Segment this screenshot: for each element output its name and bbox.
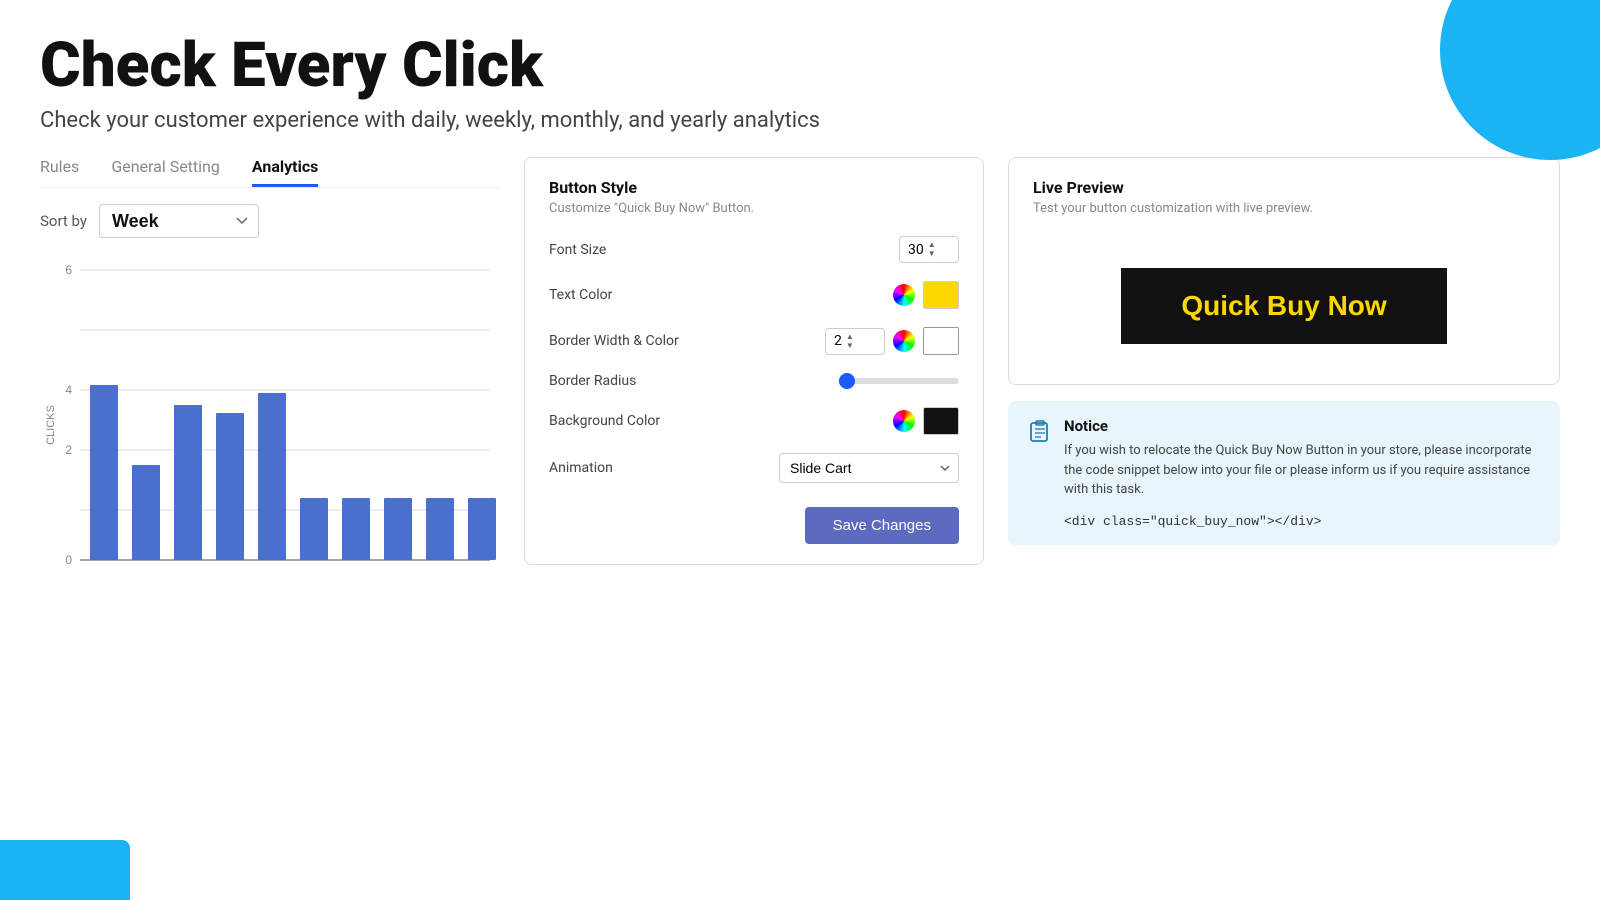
live-preview-box: Live Preview Test your button customizat… (1008, 157, 1560, 385)
sort-row: Sort by Week Day Month Year (40, 204, 500, 238)
text-color-swatch[interactable] (923, 281, 959, 309)
border-radius-label: Border Radius (549, 373, 679, 389)
svg-text:2: 2 (65, 443, 72, 457)
save-changes-button[interactable]: Save Changes (805, 507, 959, 544)
panel-subtitle: Customize "Quick Buy Now" Button. (549, 201, 959, 216)
border-radius-slider-track[interactable] (839, 378, 959, 384)
font-size-label: Font Size (549, 242, 679, 258)
border-width-color-label: Border Width & Color (549, 333, 679, 349)
stepper-down-icon[interactable]: ▼ (928, 250, 936, 258)
tab-rules[interactable]: Rules (40, 157, 79, 187)
font-size-control: 30 ▲ ▼ (899, 236, 959, 263)
panel-title: Button Style (549, 178, 959, 197)
bg-color-swatch[interactable] (923, 407, 959, 435)
border-color-swatch[interactable] (923, 327, 959, 355)
chart-svg: CLICKS 6 4 2 0 (40, 250, 500, 590)
decoration-rect (0, 840, 130, 900)
svg-text:CLICKS: CLICKS (45, 405, 57, 445)
background-color-label: Background Color (549, 413, 679, 429)
border-width-color-control: 2 ▲ ▼ (825, 327, 959, 355)
button-style-panel: Button Style Customize "Quick Buy Now" B… (524, 157, 984, 565)
main-content: Rules General Setting Analytics Sort by … (0, 133, 1600, 853)
tab-analytics[interactable]: Analytics (252, 157, 319, 187)
font-size-stepper[interactable]: ▲ ▼ (928, 241, 936, 258)
text-color-control (893, 281, 959, 309)
bg-color-picker-btn[interactable] (893, 410, 915, 432)
background-color-control (893, 407, 959, 435)
border-radius-control (839, 378, 959, 384)
font-size-value: 30 (908, 242, 924, 258)
tabs: Rules General Setting Analytics (40, 157, 500, 188)
text-color-label: Text Color (549, 287, 679, 303)
svg-text:6: 6 (65, 263, 72, 277)
sort-label: Sort by (40, 212, 87, 230)
live-preview-subtitle: Test your button customization with live… (1033, 201, 1535, 216)
sort-select[interactable]: Week Day Month Year (99, 204, 259, 238)
border-width-stepper[interactable]: ▲ ▼ (846, 333, 854, 350)
preview-quick-buy-button[interactable]: Quick Buy Now (1121, 268, 1446, 344)
clipboard-icon (1028, 419, 1052, 443)
border-radius-slider-thumb[interactable] (839, 373, 855, 389)
preview-button-container: Quick Buy Now (1033, 248, 1535, 364)
notice-title: Notice (1064, 417, 1540, 435)
notice-code: <div class="quick_buy_now"></div> (1064, 514, 1321, 529)
border-width-input[interactable]: 2 ▲ ▼ (825, 328, 885, 355)
page-subtitle: Check your customer experience with dail… (40, 108, 1560, 133)
animation-select[interactable]: Slide Cart Fade In Bounce None (779, 453, 959, 483)
notice-icon (1028, 419, 1052, 529)
border-width-color-row: Border Width & Color 2 ▲ ▼ (549, 327, 959, 355)
right-panel: Live Preview Test your button customizat… (1008, 157, 1560, 853)
svg-text:0: 0 (65, 553, 72, 567)
font-size-row: Font Size 30 ▲ ▼ (549, 236, 959, 263)
header: Check Every Click Check your customer ex… (0, 0, 1600, 133)
background-color-row: Background Color (549, 407, 959, 435)
animation-label: Animation (549, 460, 679, 476)
chart-area: Rules General Setting Analytics Sort by … (40, 157, 500, 853)
save-btn-row: Save Changes (549, 507, 959, 544)
border-color-picker-btn[interactable] (893, 330, 915, 352)
text-color-picker-btn[interactable] (893, 284, 915, 306)
page-title: Check Every Click (40, 32, 1560, 100)
live-preview-title: Live Preview (1033, 178, 1535, 197)
animation-row: Animation Slide Cart Fade In Bounce None (549, 453, 959, 483)
notice-text: If you wish to relocate the Quick Buy No… (1064, 441, 1540, 500)
stepper-up-icon[interactable]: ▲ (928, 241, 936, 249)
font-size-input[interactable]: 30 ▲ ▼ (899, 236, 959, 263)
svg-text:4: 4 (65, 383, 72, 397)
tab-general-setting[interactable]: General Setting (111, 157, 220, 187)
chart-container: CLICKS 6 4 2 0 (40, 250, 500, 590)
border-radius-row: Border Radius (549, 373, 959, 389)
stepper-down-icon-2[interactable]: ▼ (846, 342, 854, 350)
text-color-row: Text Color (549, 281, 959, 309)
border-width-value: 2 (834, 333, 842, 349)
notice-content: Notice If you wish to relocate the Quick… (1064, 417, 1540, 529)
notice-box: Notice If you wish to relocate the Quick… (1008, 401, 1560, 545)
stepper-up-icon-2[interactable]: ▲ (846, 333, 854, 341)
animation-control: Slide Cart Fade In Bounce None (779, 453, 959, 483)
